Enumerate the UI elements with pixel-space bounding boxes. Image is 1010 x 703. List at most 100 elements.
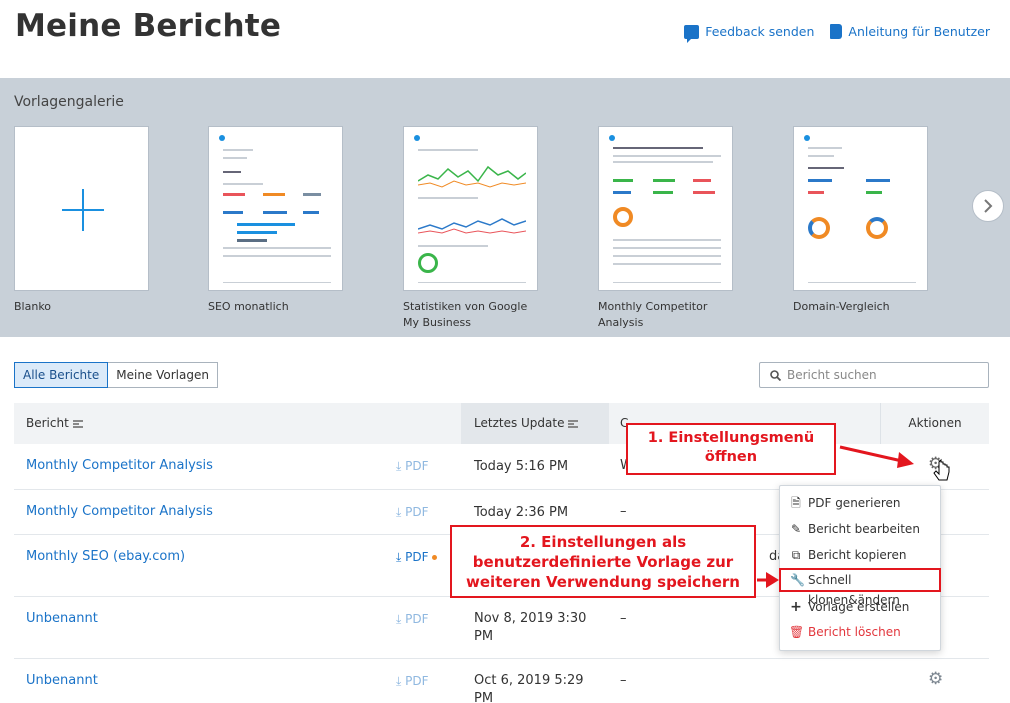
status-dot (431, 555, 437, 560)
column-header-report[interactable]: Bericht (26, 403, 83, 444)
logo-icon (609, 135, 615, 141)
column-header-updated[interactable]: Letztes Update (461, 403, 609, 444)
doc-line (418, 245, 488, 247)
donut-icon (418, 253, 438, 273)
template-card-blank[interactable]: Blanko (14, 126, 149, 315)
actions-menu: 🗎 PDF generieren ✎ Bericht bearbeiten ⧉ … (779, 485, 941, 651)
template-label: SEO monatlich (208, 300, 289, 313)
template-card-domain-comparison[interactable]: Domain-Vergleich (793, 126, 928, 315)
doc-bar (237, 231, 277, 234)
column-header-label: Bericht (26, 416, 69, 430)
template-thumbnail[interactable] (403, 126, 538, 291)
pdf-download-link[interactable]: ⤓ PDF (396, 459, 429, 474)
doc-line (613, 282, 721, 283)
pdf-label: PDF (405, 612, 429, 626)
report-name-link[interactable]: Monthly SEO (ebay.com) (26, 549, 185, 564)
doc-metric (303, 211, 319, 214)
tab-my-templates[interactable]: Meine Vorlagen (108, 362, 218, 388)
feedback-link[interactable]: Feedback senden (684, 24, 814, 43)
template-thumbnail[interactable] (14, 126, 149, 291)
column-header-actions: Aktionen (880, 403, 989, 444)
chat-icon (684, 24, 700, 43)
table-header: Bericht Letztes Update C Aktionen (14, 403, 989, 444)
tab-all-reports[interactable]: Alle Berichte (14, 362, 109, 388)
doc-metric (693, 179, 711, 182)
gear-icon[interactable]: ⚙ (928, 454, 943, 474)
doc-metric (693, 191, 715, 194)
doc-metric (866, 191, 882, 194)
menu-item-label: PDF generieren (808, 496, 901, 510)
template-card-competitor-analysis[interactable]: Monthly Competitor Analysis (598, 126, 733, 331)
doc-metric (263, 193, 285, 196)
donut-icon (866, 217, 888, 239)
report-filter-tabs: Alle Berichte Meine Vorlagen (14, 362, 218, 388)
logo-icon (414, 135, 420, 141)
menu-item-edit-report[interactable]: ✎ Bericht bearbeiten (780, 517, 940, 541)
doc-line (613, 147, 703, 149)
doc-metric (613, 191, 631, 194)
last-updated: Nov 8, 2019 3:30 PM (474, 611, 587, 644)
gallery-title: Vorlagengalerie (14, 94, 124, 110)
report-name-link[interactable]: Unbenannt (26, 673, 98, 688)
annotation-line: öffnen (704, 449, 758, 465)
annotation-line: weiteren Verwendung speichern (466, 573, 740, 591)
pdf-download-link[interactable]: ⤓ PDF (396, 612, 429, 627)
doc-bar (237, 223, 295, 226)
menu-item-copy-report[interactable]: ⧉ Bericht kopieren (780, 543, 940, 567)
doc-line (808, 282, 916, 283)
gallery-next-button[interactable] (972, 190, 1004, 222)
template-thumbnail[interactable] (598, 126, 733, 291)
doc-line (223, 183, 263, 185)
pdf-label: PDF (405, 674, 429, 688)
report-search (759, 362, 989, 388)
doc-line (223, 157, 247, 159)
gear-icon[interactable]: ⚙ (928, 669, 943, 689)
trash-icon: 🗑 (789, 625, 805, 639)
template-label: Statistiken von Google My Business (403, 300, 528, 329)
search-input[interactable] (787, 368, 977, 382)
donut-icon (808, 217, 830, 239)
user-guide-link[interactable]: Anleitung für Benutzer (830, 24, 990, 39)
annotation-step-1: 1. Einstellungsmenü öffnen (626, 423, 836, 475)
plus-icon: + (790, 599, 802, 615)
table-row: Unbenannt ⤓ PDF Oct 6, 2019 5:29 PM – ⚙ (14, 659, 989, 703)
pencil-icon: ✎ (790, 522, 802, 536)
template-card-seo-monthly[interactable]: SEO monatlich (208, 126, 343, 315)
doc-metric (653, 179, 675, 182)
annotation-line: 1. Einstellungsmenü (647, 430, 815, 446)
report-name-link[interactable]: Monthly Competitor Analysis (26, 458, 213, 473)
doc-line (418, 282, 526, 283)
report-name-link[interactable]: Unbenannt (26, 611, 98, 626)
doc-line (613, 255, 721, 257)
annotation-step-2: 2. Einstellungen als benutzerdefinierte … (450, 525, 756, 598)
doc-line (223, 282, 331, 283)
menu-item-label: Bericht kopieren (808, 548, 907, 562)
pdf-download-link[interactable]: ⤓ PDF (396, 674, 429, 689)
donut-icon (613, 207, 633, 227)
template-thumbnail[interactable] (793, 126, 928, 291)
doc-metric (613, 179, 633, 182)
header-links: Feedback senden Anleitung für Benutzer (684, 24, 990, 43)
annotation-line: benutzerdefinierte Vorlage zur (472, 553, 734, 571)
doc-metric (223, 211, 243, 214)
template-thumbnail[interactable] (208, 126, 343, 291)
last-updated: Oct 6, 2019 5:29 PM (474, 673, 584, 703)
menu-item-create-template[interactable]: + Vorlage erstellen (780, 595, 940, 619)
menu-item-delete-report[interactable]: 🗑 Bericht löschen (780, 620, 940, 644)
template-card-google-my-business[interactable]: Statistiken von Google My Business (403, 126, 538, 331)
page-title: Meine Berichte (15, 8, 282, 44)
last-updated: Today 5:16 PM (474, 459, 569, 474)
menu-item-quick-clone[interactable]: 🔧 Schnell klonen&ändern (779, 568, 941, 607)
doc-line (223, 247, 331, 249)
doc-metric (866, 179, 890, 182)
menu-item-label: Bericht bearbeiten (808, 522, 920, 536)
copy-icon: ⧉ (791, 548, 801, 562)
doc-line (613, 161, 713, 163)
menu-item-generate-pdf[interactable]: 🗎 PDF generieren (780, 491, 940, 515)
sort-icon (72, 419, 83, 428)
report-name-link[interactable]: Monthly Competitor Analysis (26, 504, 213, 519)
column-value: – (620, 504, 627, 519)
pdf-download-link[interactable]: ⤓ PDF (396, 505, 429, 520)
pdf-download-link[interactable]: ⤓ PDF (396, 550, 437, 565)
doc-line (223, 149, 253, 151)
